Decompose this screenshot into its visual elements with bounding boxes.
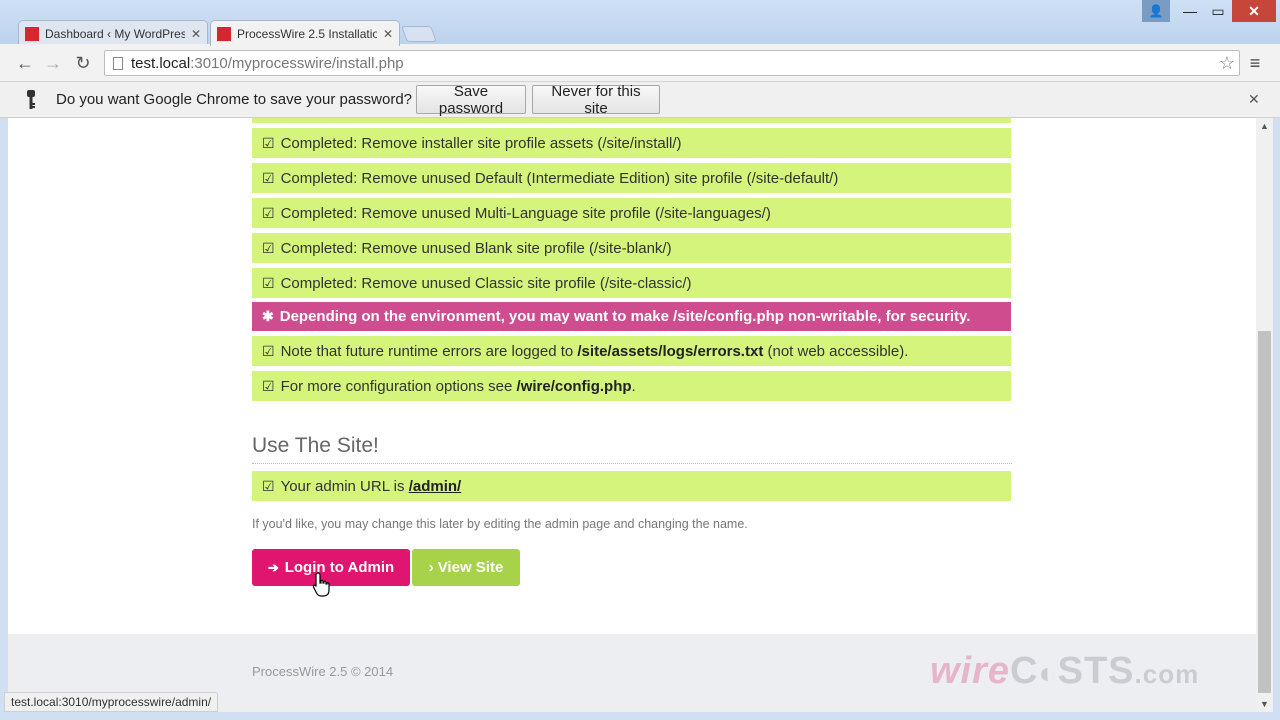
url-host: test.local: [131, 54, 191, 72]
sign-in-icon: ➔: [267, 559, 279, 575]
maximize-button[interactable]: ▭: [1204, 0, 1232, 22]
status-message: ☑ Note that future runtime errors are lo…: [252, 336, 1011, 366]
admin-hint-text: If you'd like, you may change this later…: [252, 517, 748, 531]
check-icon: ☑: [262, 239, 275, 256]
scrollbar-thumb[interactable]: [1258, 331, 1271, 693]
check-icon: ☑: [262, 477, 275, 494]
check-icon: ☑: [262, 134, 275, 151]
infobar-message: Do you want Google Chrome to save your p…: [56, 91, 413, 108]
wirecasts-watermark-logo: wireC◐STS.com: [930, 650, 1200, 692]
minimize-button[interactable]: —: [1176, 0, 1204, 22]
new-tab-button[interactable]: [401, 26, 437, 42]
admin-url-link[interactable]: /admin/: [409, 478, 462, 495]
warning-message: ✱ Depending on the environment, you may …: [252, 302, 1011, 331]
view-site-button[interactable]: › View Site: [412, 549, 520, 586]
view-site-label: View Site: [437, 559, 504, 576]
asterisk-icon: ✱: [262, 308, 274, 324]
status-message: ☑ Completed: Remove unused Blank site pr…: [252, 233, 1011, 263]
title-bar: 👤 — ▭ ✕ Dashboard ‹ My WordPres ✕ Proces…: [0, 0, 1280, 46]
tab-label: Dashboard ‹ My WordPres: [45, 26, 185, 41]
user-profile-button[interactable]: 👤: [1142, 0, 1170, 22]
address-bar[interactable]: test.local:3010/myprocesswire/install.ph…: [104, 50, 1240, 76]
status-message: ☑ For more configuration options see /wi…: [252, 371, 1011, 401]
status-message-partial: [252, 118, 1011, 123]
check-icon: ☑: [262, 204, 275, 221]
chevron-right-icon: ›: [428, 559, 434, 576]
wordpress-favicon-icon: [25, 26, 39, 41]
browser-toolbar: ← → ↻ test.local:3010/myprocesswire/inst…: [0, 44, 1280, 82]
save-password-button[interactable]: Save password: [416, 83, 526, 117]
url-path: :3010/myprocesswire/install.php: [190, 54, 404, 72]
key-icon: [27, 90, 35, 109]
section-divider: [252, 463, 1012, 464]
chrome-menu-icon[interactable]: ≡: [1246, 53, 1264, 73]
login-button-label: Login to Admin: [284, 559, 395, 576]
browser-window: 👤 — ▭ ✕ Dashboard ‹ My WordPres ✕ Proces…: [0, 0, 1280, 720]
password-infobar: Do you want Google Chrome to save your p…: [0, 82, 1280, 118]
never-for-this-site-button[interactable]: Never for this site: [532, 83, 660, 117]
reload-icon[interactable]: ↻: [72, 52, 94, 74]
admin-url-message: ☑ Your admin URL is /admin/: [252, 471, 1011, 501]
tab-label: ProcessWire 2.5 Installatio: [237, 26, 377, 41]
section-title: Use The Site!: [252, 434, 379, 457]
status-bar-url: test.local:3010/myprocesswire/admin/: [4, 692, 219, 712]
check-icon: ☑: [262, 169, 275, 186]
forward-icon[interactable]: →: [42, 52, 64, 74]
tab-close-icon[interactable]: ✕: [383, 27, 393, 41]
status-message: ☑ Completed: Remove unused Default (Inte…: [252, 163, 1011, 193]
status-message: ☑ Completed: Remove unused Classic site …: [252, 268, 1011, 298]
hand-cursor-icon: [312, 572, 330, 597]
check-icon: ☑: [262, 342, 275, 359]
footer-copyright: ProcessWire 2.5 © 2014: [252, 664, 394, 679]
page-icon: [113, 56, 123, 70]
back-icon[interactable]: ←: [14, 52, 36, 74]
tab-processwire-install[interactable]: ProcessWire 2.5 Installatio ✕: [210, 20, 400, 46]
bookmark-star-icon[interactable]: ☆: [1219, 53, 1235, 74]
page-viewport: ☑ Completed: Remove installer site profi…: [8, 118, 1256, 712]
scroll-down-icon[interactable]: ▼: [1256, 696, 1273, 712]
status-message: ☑ Completed: Remove installer site profi…: [252, 128, 1011, 158]
check-icon: ☑: [262, 377, 275, 394]
close-window-button[interactable]: ✕: [1232, 0, 1276, 22]
infobar-close-icon[interactable]: ✕: [1248, 91, 1260, 108]
vertical-scrollbar[interactable]: ▲ ▼: [1256, 118, 1273, 712]
scroll-up-icon[interactable]: ▲: [1256, 118, 1273, 134]
processwire-favicon-icon: [217, 26, 231, 41]
check-icon: ☑: [262, 274, 275, 291]
status-message: ☑ Completed: Remove unused Multi-Languag…: [252, 198, 1011, 228]
tab-close-icon[interactable]: ✕: [191, 27, 201, 41]
tab-wordpress-dashboard[interactable]: Dashboard ‹ My WordPres ✕: [18, 20, 208, 46]
